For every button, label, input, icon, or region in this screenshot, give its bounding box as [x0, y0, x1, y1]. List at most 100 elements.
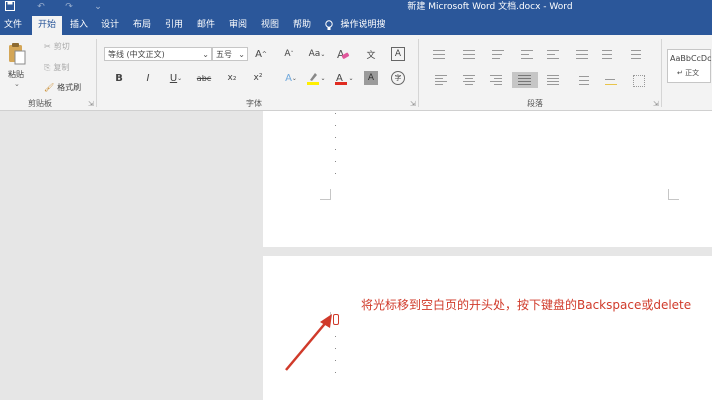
highlight-button[interactable]: ⌄: [306, 71, 326, 85]
paintbrush-icon: 🖌: [44, 83, 55, 92]
superscript-icon: x²: [253, 73, 263, 83]
tab-review[interactable]: 审阅: [224, 16, 252, 35]
style-name: ↵ 正文: [677, 69, 700, 77]
paste-dropdown-icon[interactable]: ⌄: [14, 80, 20, 88]
tab-file[interactable]: 文件: [0, 16, 26, 35]
font-launcher-icon[interactable]: ⇲: [410, 100, 416, 108]
change-case-icon: Aa: [308, 49, 321, 59]
font-size-select[interactable]: 五号 ⌄: [212, 47, 248, 61]
cut-button[interactable]: ✂ 剪切: [44, 41, 70, 52]
justify-icon[interactable]: [512, 72, 538, 88]
paste-label[interactable]: 粘贴: [8, 69, 24, 80]
grow-font-icon: A: [255, 48, 262, 60]
copy-label: 复制: [53, 63, 70, 72]
chinese-layout-icon[interactable]: [575, 48, 589, 60]
bullets-icon[interactable]: [432, 48, 446, 60]
chevron-down-icon: ⌄: [238, 50, 245, 59]
paragraph-mark: [335, 149, 336, 150]
chevron-down-icon: ⌄: [202, 50, 209, 59]
multilevel-list-icon[interactable]: [491, 48, 505, 60]
change-case-button[interactable]: Aa ⌄: [308, 47, 326, 61]
paragraph-mark: [335, 125, 336, 126]
group-divider: [418, 39, 419, 107]
phonetic-guide-icon: 文: [366, 50, 376, 61]
numbering-icon[interactable]: [462, 48, 476, 60]
redo-icon[interactable]: ↷: [62, 1, 76, 13]
red-arrow-icon: [285, 314, 332, 371]
font-color-icon: A: [335, 73, 348, 85]
ribbon-home: 粘贴 ⌄ ✂ 剪切 ⎘ 复制 🖌 格式刷 剪贴板 ⇲ 等线 (中文正文) ⌄ 五号 ⌄…: [0, 35, 712, 111]
align-center-icon[interactable]: [462, 74, 476, 86]
format-painter-label: 格式刷: [57, 83, 82, 92]
tab-design[interactable]: 设计: [96, 16, 124, 35]
font-color-button[interactable]: A ⌄: [334, 71, 354, 85]
tab-view[interactable]: 视图: [256, 16, 284, 35]
clipboard-launcher-icon[interactable]: ⇲: [88, 100, 94, 108]
group-divider: [96, 39, 97, 107]
text-effects-button[interactable]: A ⌄: [282, 71, 300, 85]
copy-button[interactable]: ⎘ 复制: [44, 62, 69, 73]
tab-insert[interactable]: 插入: [64, 16, 94, 35]
distributed-icon[interactable]: [546, 74, 560, 86]
italic-button[interactable]: I: [141, 71, 155, 85]
align-left-icon[interactable]: [434, 74, 448, 86]
character-border-button[interactable]: A: [391, 47, 405, 61]
copy-icon: ⎘: [44, 62, 51, 72]
customize-quick-access-icon[interactable]: ⌄: [91, 1, 105, 13]
tell-me-search[interactable]: 操作说明搜索: [338, 16, 388, 49]
decrease-indent-icon[interactable]: [520, 48, 534, 60]
format-painter-button[interactable]: 🖌 格式刷: [44, 82, 81, 93]
crop-mark: [320, 189, 331, 200]
save-icon[interactable]: [3, 1, 17, 13]
crop-mark: [668, 189, 679, 200]
increase-indent-icon[interactable]: [546, 48, 560, 60]
strikethrough-icon: abc: [196, 73, 212, 83]
subscript-icon: x₂: [227, 73, 237, 83]
font-name-select[interactable]: 等线 (中文正文) ⌄: [104, 47, 212, 61]
font-name-value: 等线 (中文正文): [108, 50, 165, 59]
shrink-font-button[interactable]: Aˇ: [282, 47, 296, 61]
tab-references[interactable]: 引用: [160, 16, 188, 35]
bold-button[interactable]: B: [112, 71, 126, 85]
subscript-button[interactable]: x₂: [224, 71, 240, 85]
character-shading-icon: A: [367, 73, 375, 83]
paragraph-launcher-icon[interactable]: ⇲: [653, 100, 659, 108]
title-bar: ↶ ↷ ⌄ 新建 Microsoft Word 文档.docx - Word: [0, 0, 712, 14]
paragraph-mark: [335, 173, 336, 174]
paragraph-mark: [335, 161, 336, 162]
paste-icon[interactable]: [6, 40, 28, 68]
page-1[interactable]: [263, 111, 712, 247]
clear-formatting-button[interactable]: A: [336, 47, 350, 61]
tab-help[interactable]: 帮助: [288, 16, 316, 35]
text-effects-icon: A: [285, 72, 292, 84]
font-size-value: 五号: [216, 50, 232, 59]
character-border-icon: A: [394, 49, 402, 59]
show-formatting-marks-icon[interactable]: [630, 48, 644, 60]
group-divider: [661, 39, 662, 107]
line-spacing-icon[interactable]: [575, 74, 589, 86]
tab-mailings[interactable]: 邮件: [192, 16, 220, 35]
align-right-icon[interactable]: [489, 74, 503, 86]
style-normal[interactable]: AaBbCcDc ↵ 正文: [667, 49, 711, 83]
undo-icon[interactable]: ↶: [34, 1, 48, 13]
clear-formatting-icon: A: [337, 48, 350, 61]
font-group-label: 字体: [246, 99, 262, 108]
borders-icon[interactable]: [632, 74, 646, 87]
enclose-characters-button[interactable]: 字: [391, 71, 405, 85]
lightbulb-icon[interactable]: [322, 16, 336, 35]
sort-icon[interactable]: [601, 48, 615, 60]
strikethrough-button[interactable]: abc: [194, 71, 214, 85]
scissors-icon: ✂: [44, 42, 51, 51]
paragraph-group-label: 段落: [527, 99, 543, 108]
paragraph-mark: [335, 113, 336, 114]
underline-button[interactable]: U ⌄: [166, 71, 186, 85]
superscript-button[interactable]: x²: [250, 71, 266, 85]
grow-font-button[interactable]: A ^: [254, 47, 268, 61]
style-preview: AaBbCcDc: [670, 54, 712, 63]
shading-icon[interactable]: [604, 74, 618, 86]
tab-layout[interactable]: 布局: [128, 16, 156, 35]
character-shading-button[interactable]: A: [364, 71, 378, 85]
phonetic-guide-button[interactable]: 文: [364, 47, 378, 61]
instruction-text: 将光标移到空白页的开头处，按下键盘的Backspace或delete: [361, 298, 692, 312]
tab-home[interactable]: 开始: [32, 16, 62, 35]
